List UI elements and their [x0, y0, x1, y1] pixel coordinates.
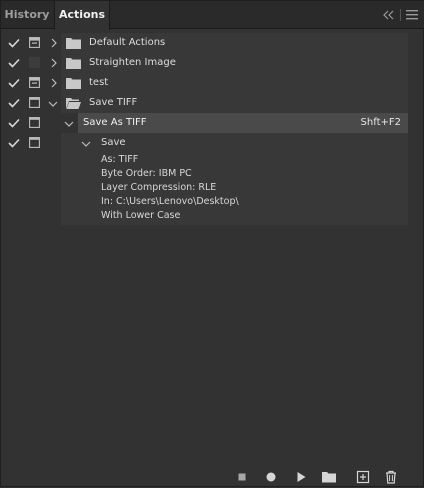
checkmark-icon[interactable]	[8, 138, 20, 148]
folder-icon	[66, 78, 81, 89]
action-set-row[interactable]: Default Actions	[1, 33, 424, 53]
tab-history[interactable]: History	[1, 1, 53, 29]
checkmark-icon[interactable]	[8, 98, 20, 108]
action-set-row[interactable]: Straighten Image	[1, 53, 424, 73]
chevron-right-icon[interactable]	[49, 78, 59, 88]
checkmark-icon[interactable]	[8, 38, 20, 48]
action-set-label: Save TIFF	[89, 97, 138, 108]
dialog-toggle-icon[interactable]	[29, 97, 40, 108]
folder-icon	[66, 38, 81, 49]
step-detail: Byte Order: IBM PC	[101, 168, 192, 179]
step-detail: With Lower Case	[101, 210, 181, 221]
folder-icon[interactable]	[321, 469, 337, 485]
action-set-row[interactable]: Save TIFF	[1, 93, 424, 113]
folder-open-icon	[66, 98, 81, 109]
checkmark-icon[interactable]	[8, 118, 20, 128]
stop-icon[interactable]	[234, 469, 250, 485]
folder-icon	[66, 58, 81, 69]
trash-icon[interactable]	[383, 469, 399, 485]
record-icon[interactable]	[263, 469, 279, 485]
actions-panel: History Actions Default Actions Straight…	[0, 0, 424, 487]
dialog-toggle-icon[interactable]	[29, 77, 40, 88]
action-label: Save As TIFF	[83, 117, 147, 128]
panel-menu-icon[interactable]	[405, 9, 419, 21]
action-set-label: Default Actions	[89, 37, 166, 48]
step-label: Save	[101, 137, 126, 148]
chevron-down-icon[interactable]	[64, 119, 74, 129]
action-row[interactable]: Save As TIFF Shft+F2	[1, 113, 424, 133]
tab-bar: History Actions	[1, 1, 424, 30]
action-step-row[interactable]: Save As: TIFF Byte Order: IBM PC Layer C…	[1, 133, 424, 225]
action-set-label: Straighten Image	[89, 57, 176, 68]
step-detail: In: C:\Users\Lenovo\Desktop\	[101, 196, 239, 207]
checkmark-icon[interactable]	[8, 58, 20, 68]
chevron-right-icon[interactable]	[49, 58, 59, 68]
new-action-icon[interactable]	[355, 469, 371, 485]
chevron-down-icon[interactable]	[81, 139, 91, 149]
step-detail: Layer Compression: RLE	[101, 182, 217, 193]
actions-toolbar	[1, 466, 424, 488]
play-icon[interactable]	[293, 469, 309, 485]
dialog-toggle-icon[interactable]	[29, 37, 40, 48]
checkmark-icon[interactable]	[8, 78, 20, 88]
action-shortcut: Shft+F2	[360, 117, 401, 128]
step-detail: As: TIFF	[101, 154, 139, 165]
tab-divider	[400, 9, 401, 21]
dialog-toggle-icon[interactable]	[29, 117, 40, 128]
action-set-label: test	[89, 77, 109, 88]
chevron-down-icon[interactable]	[48, 99, 58, 109]
dialog-toggle-icon[interactable]	[29, 137, 40, 148]
collapse-icon[interactable]	[381, 8, 395, 22]
dialog-toggle-icon[interactable]	[29, 57, 40, 68]
action-set-row[interactable]: test	[1, 73, 424, 93]
tab-actions[interactable]: Actions	[54, 1, 110, 30]
chevron-right-icon[interactable]	[49, 38, 59, 48]
